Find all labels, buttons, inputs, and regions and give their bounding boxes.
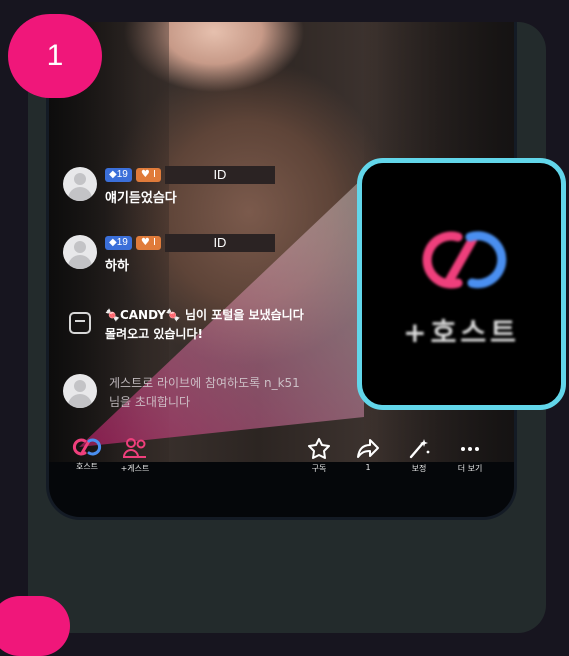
- host-icon-zoomed: [422, 231, 507, 289]
- gift-icon: [69, 312, 91, 334]
- share-count: 1: [365, 463, 371, 472]
- host-label-zoomed: +호스트: [403, 316, 520, 349]
- user-avatar[interactable]: [63, 167, 97, 201]
- host-button[interactable]: 호스트: [63, 437, 111, 472]
- more-button[interactable]: 더 보기: [446, 437, 494, 474]
- level-badge: ◆19: [105, 236, 132, 250]
- gift-notice-line1: 님이 포털을 보냈습니다: [180, 308, 304, 322]
- more-label: 더 보기: [457, 464, 483, 473]
- guest-notice-line1: 게스트로 라이브에 참여하도록 n_k51: [109, 376, 300, 390]
- guest-invite-notice: 게스트로 라이브에 참여하도록 n_k51 님을 초대합니다: [63, 374, 300, 412]
- step-number: 1: [46, 39, 64, 72]
- chat-comment[interactable]: ◆19 ♥ I ID 얘기듣었슴다: [63, 166, 275, 206]
- gift-notice-line2: 몰려오고 있습니다!: [105, 327, 203, 341]
- guest-notice-line2: 님을 초대합니다: [109, 395, 191, 409]
- comment-text: 하하: [105, 259, 129, 274]
- zoomed-host-button-callout: +호스트: [357, 158, 566, 410]
- add-guest-label: +게스트: [120, 464, 150, 473]
- beauty-edit-label: 보정: [411, 464, 427, 473]
- gift-sender: 🍬CANDY🍬: [105, 308, 181, 322]
- add-guest-icon: [122, 438, 146, 458]
- user-avatar: [63, 374, 97, 408]
- heart-badge: ♥ I: [135, 236, 161, 250]
- user-id[interactable]: ID: [164, 234, 275, 252]
- level-badge: ◆19: [105, 168, 132, 182]
- next-step-badge-partial: [0, 596, 70, 656]
- step-number-badge: 1: [8, 14, 102, 98]
- subscribe-label: 구독: [311, 464, 327, 473]
- more-dots-icon: [461, 447, 479, 451]
- magic-wand-icon: [409, 439, 430, 459]
- add-guest-button[interactable]: +게스트: [111, 437, 159, 474]
- chat-comment[interactable]: ◆19 ♥ I ID 하하: [63, 234, 275, 274]
- share-arrow-icon: [357, 439, 379, 458]
- heart-badge: ♥ I: [135, 168, 161, 182]
- host-label: 호스트: [75, 462, 99, 471]
- beauty-edit-button[interactable]: 보정: [395, 437, 443, 474]
- user-id[interactable]: ID: [164, 166, 275, 184]
- subscribe-button[interactable]: 구독: [295, 437, 343, 474]
- gift-notice: 🍬CANDY🍬 님이 포털을 보냈습니다 몰려오고 있습니다!: [63, 306, 304, 344]
- bottom-toolbar: 호스트 +게스트 구독 1 보정 더 보기: [49, 427, 514, 497]
- subscribe-star-icon: [308, 438, 330, 459]
- host-icon: [72, 438, 102, 456]
- share-button[interactable]: 1: [344, 437, 392, 472]
- user-avatar[interactable]: [63, 235, 97, 269]
- comment-text: 얘기듣었슴다: [105, 191, 177, 206]
